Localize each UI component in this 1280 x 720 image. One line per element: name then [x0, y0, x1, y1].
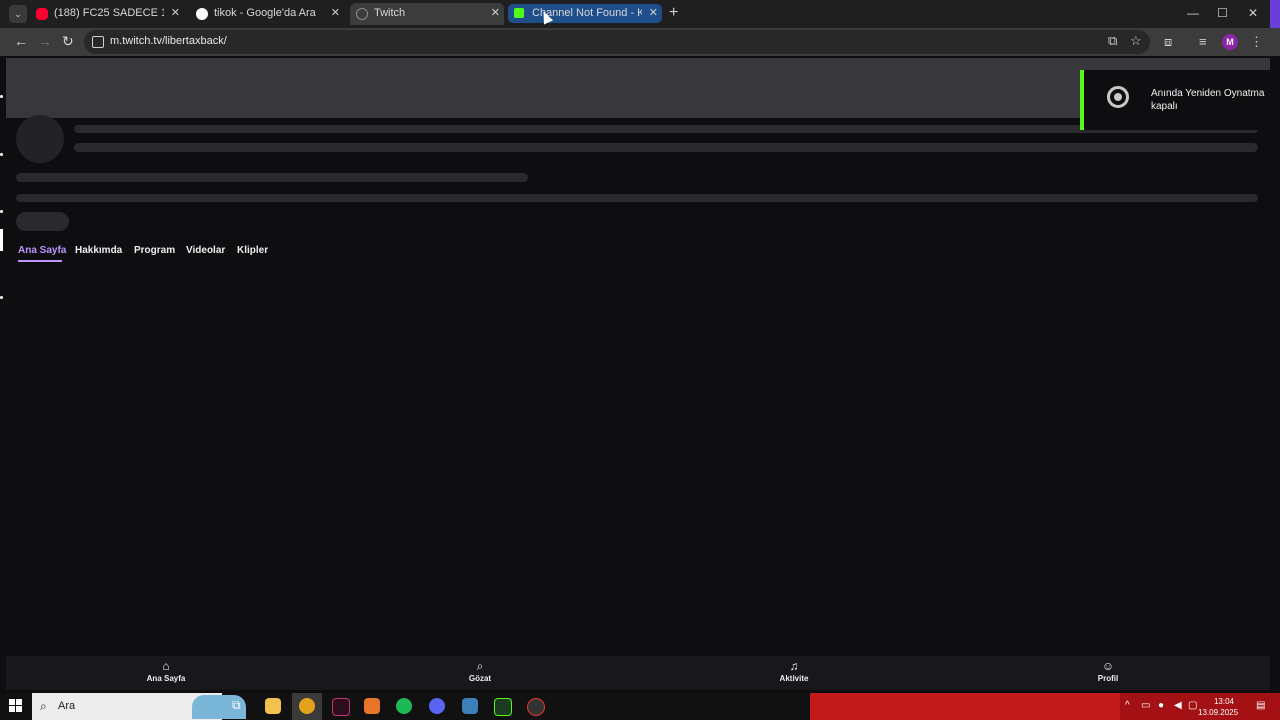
toast-message: Anında Yeniden Oynatma kapalı: [1151, 88, 1265, 112]
nav-activity[interactable]: ♫ Aktivite: [754, 659, 834, 683]
close-window-button[interactable]: ✕: [1248, 6, 1258, 20]
nav-label: Gözat: [468, 674, 492, 683]
tab-program[interactable]: Program: [134, 245, 175, 256]
new-tab-button[interactable]: +: [669, 4, 678, 22]
toast-accent-bar: [1080, 70, 1084, 130]
address-bar[interactable]: m.twitch.tv/libertaxback/ ⧉ ☆: [84, 30, 1150, 54]
profile-avatar[interactable]: M: [1222, 34, 1238, 50]
taskbar-wallpaper-accent: [810, 693, 1120, 720]
tab-hakkimda[interactable]: Hakkımda: [75, 245, 122, 256]
install-app-icon[interactable]: ⧉: [1108, 33, 1117, 49]
volume-icon[interactable]: ◀: [1174, 700, 1182, 711]
browser-tab-kick[interactable]: Channel Not Found - Kick Strea ✕: [508, 4, 662, 23]
bell-icon: ♫: [789, 659, 799, 673]
tab-close-button[interactable]: ✕: [331, 6, 340, 19]
search-icon: ⌕: [40, 699, 47, 713]
discord-icon[interactable]: [429, 698, 445, 714]
youtube-icon: [36, 8, 48, 20]
description-placeholder: [16, 194, 1258, 202]
subtitle-placeholder: [74, 143, 1258, 152]
tab-close-button[interactable]: ✕: [171, 6, 180, 19]
bookmark-star-icon[interactable]: ☆: [1130, 33, 1142, 49]
google-icon: [196, 8, 208, 20]
reload-button[interactable]: ↻: [62, 33, 74, 50]
extensions-icon[interactable]: ⧈: [1164, 34, 1172, 50]
nav-label: Aktivite: [779, 674, 809, 683]
minimize-button[interactable]: —: [1187, 6, 1199, 20]
tab-klipler[interactable]: Klipler: [237, 245, 268, 256]
info-placeholder: [16, 173, 528, 182]
tab-ana-sayfa[interactable]: Ana Sayfa: [18, 245, 66, 256]
search-placeholder: Ara: [58, 700, 76, 712]
browser-menu-icon[interactable]: ⋮: [1250, 34, 1263, 50]
edge-marker: [0, 210, 3, 213]
edge-marker: [0, 296, 3, 299]
maximize-button[interactable]: ☐: [1217, 6, 1228, 20]
app-icon[interactable]: [462, 698, 478, 714]
nav-label: Ana Sayfa: [146, 674, 186, 683]
edge-marker: [0, 95, 3, 98]
kick-icon[interactable]: [494, 698, 512, 716]
tab-title: Twitch: [374, 7, 406, 19]
kick-icon: [514, 8, 524, 18]
follow-button-placeholder: [16, 212, 69, 231]
replay-record-icon: [1107, 86, 1129, 108]
tab-title: (188) FC25 SADECE 1€ ÖDEYERE: [54, 7, 164, 19]
valorant-icon[interactable]: [332, 698, 350, 716]
system-tray: ^ ▭ ● ◀ ▢ 13:04 13.09.2025 ▤: [1120, 693, 1280, 720]
taskbar-clock[interactable]: 13:04 13.09.2025: [1198, 696, 1239, 718]
url-text: m.twitch.tv/libertaxback/: [110, 35, 227, 47]
active-tab-indicator: [18, 260, 62, 262]
loading-icon: [356, 8, 368, 20]
browser-tab-google[interactable]: tikok - Google'da Ara ✕: [190, 3, 344, 25]
site-info-icon[interactable]: [92, 36, 104, 48]
browser-tab-twitch[interactable]: Twitch ✕: [350, 3, 504, 25]
browser-tab-strip: ⌄ (188) FC25 SADECE 1€ ÖDEYERE ✕ tikok -…: [0, 0, 1280, 28]
clock-time: 13:04: [1213, 697, 1234, 706]
bottom-navigation: ⌂ Ana Sayfa ⌕ Gözat ♫ Aktivite ☺ Profil: [6, 656, 1270, 690]
tab-title: tikok - Google'da Ara: [214, 7, 316, 19]
edge-marker: [0, 153, 3, 156]
nav-profile[interactable]: ☺ Profil: [1068, 659, 1148, 683]
app-icon[interactable]: [527, 698, 545, 716]
twitch-mobile-page: Ana Sayfa Hakkımda Program Videolar Klip…: [6, 58, 1270, 690]
task-view-icon[interactable]: ⧉: [232, 698, 248, 714]
browser-toolbar: ← → ↻ m.twitch.tv/libertaxback/ ⧉ ☆: [0, 28, 1280, 56]
spotify-icon[interactable]: [396, 698, 412, 714]
user-icon: ☺: [1101, 659, 1115, 673]
tab-close-button[interactable]: ✕: [491, 6, 500, 19]
channel-avatar-placeholder: [16, 115, 64, 163]
nav-label: Profil: [1097, 674, 1119, 683]
network-icon[interactable]: ▭: [1141, 700, 1150, 711]
forward-button[interactable]: →: [38, 33, 52, 49]
clock-date: 13.09.2025: [1198, 708, 1239, 717]
microphone-icon[interactable]: ●: [1158, 700, 1164, 711]
file-explorer-icon[interactable]: [265, 698, 281, 714]
media-control-icon[interactable]: ≡: [1199, 34, 1207, 49]
windows-start-icon[interactable]: [9, 699, 23, 713]
tab-list-button[interactable]: ⌄: [9, 5, 27, 23]
instant-replay-toast: Anında Yeniden Oynatma kapalı: [1080, 70, 1280, 130]
taskbar-search-box[interactable]: ⌕ Ara: [32, 693, 246, 720]
browser-tab-youtube[interactable]: (188) FC25 SADECE 1€ ÖDEYERE ✕: [30, 3, 184, 25]
tab-close-button[interactable]: ✕: [649, 6, 658, 19]
edge-marker: [0, 229, 3, 251]
app-icon[interactable]: [364, 698, 380, 714]
display-icon[interactable]: ▢: [1188, 700, 1197, 711]
chrome-icon[interactable]: [299, 698, 315, 714]
nav-browse[interactable]: ⌕ Gözat: [440, 659, 520, 683]
back-button[interactable]: ←: [14, 33, 28, 49]
notification-icon[interactable]: ▤: [1256, 700, 1265, 711]
tray-overflow-icon[interactable]: ^: [1125, 700, 1130, 711]
tab-videolar[interactable]: Videolar: [186, 245, 225, 256]
nav-home[interactable]: ⌂ Ana Sayfa: [126, 659, 206, 683]
search-icon: ⌕: [476, 659, 484, 673]
home-icon: ⌂: [162, 659, 170, 673]
